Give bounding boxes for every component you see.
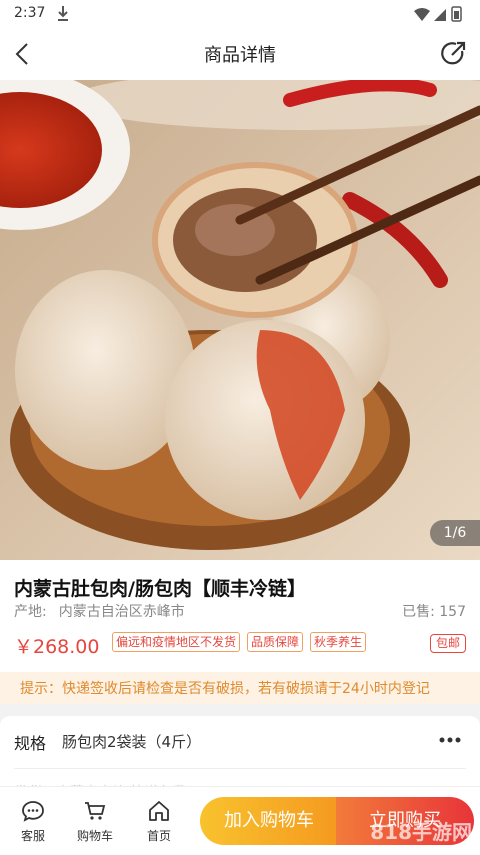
- origin-value: 内蒙古自治区赤峰市: [58, 604, 185, 620]
- product-info-section: 内蒙古肚包肉/肠包肉【顺丰冷链】 产地: 内蒙古自治区赤峰市 已售: 157 ￥2…: [0, 560, 480, 672]
- product-photo: [0, 80, 480, 560]
- watermark: 818手游网: [370, 820, 472, 844]
- product-origin: 产地: 内蒙古自治区赤峰市: [14, 601, 185, 621]
- spec-label: 规格: [14, 734, 47, 753]
- product-name: 内蒙古肚包肉/肠包肉【顺丰冷链】: [14, 578, 306, 600]
- more-dots-icon[interactable]: [438, 736, 462, 744]
- home-icon: [149, 801, 169, 821]
- tag-quality-guarantee: 品质保障: [247, 632, 304, 652]
- product-price: ￥268.00: [14, 636, 100, 658]
- signal-icon: [434, 9, 446, 21]
- tab-customer-service[interactable]: 客服: [8, 799, 58, 844]
- share-icon[interactable]: [438, 39, 468, 69]
- product-tags: 偏远和疫情地区不发货 品质保障 秋季养生: [112, 632, 367, 652]
- wifi-icon: [414, 8, 430, 21]
- notice-text: 提示：快递签收后请检查是否有破损，若有破损请于24小时内登记: [20, 681, 430, 697]
- system-status-icons: [414, 6, 462, 22]
- tab-home-label: 首页: [146, 829, 171, 843]
- spec-divider: [14, 768, 466, 769]
- tab-cart-label: 购物车: [76, 829, 113, 843]
- image-page-indicator: 1/6: [430, 520, 480, 546]
- page-title: 商品详情: [204, 45, 276, 66]
- sold-count: 已售: 157: [402, 604, 466, 620]
- download-icon: [58, 6, 68, 21]
- notice-bar: 提示：快递签收后请检查是否有破损，若有破损请于24小时内登记: [0, 672, 480, 704]
- tab-home[interactable]: 首页: [134, 799, 184, 844]
- chat-icon: [22, 801, 44, 822]
- free-shipping-badge: 包邮: [429, 634, 466, 653]
- add-to-cart-button[interactable]: 加入购物车: [200, 797, 338, 845]
- tag-autumn-health: 秋季养生: [310, 632, 367, 652]
- spec-value: 肠包肉2袋装（4斤）: [62, 733, 202, 751]
- tab-cart[interactable]: 购物车: [70, 799, 120, 844]
- top-nav-bar: 商品详情: [0, 28, 480, 80]
- product-image-gallery[interactable]: [0, 80, 480, 560]
- origin-label: 产地:: [14, 604, 47, 620]
- status-time: 2:37: [14, 5, 46, 21]
- tab-customer-service-label: 客服: [20, 829, 45, 843]
- status-bar: 2:37: [0, 0, 480, 28]
- cart-icon: [85, 802, 106, 820]
- tag-no-remote-shipping: 偏远和疫情地区不发货: [112, 632, 241, 652]
